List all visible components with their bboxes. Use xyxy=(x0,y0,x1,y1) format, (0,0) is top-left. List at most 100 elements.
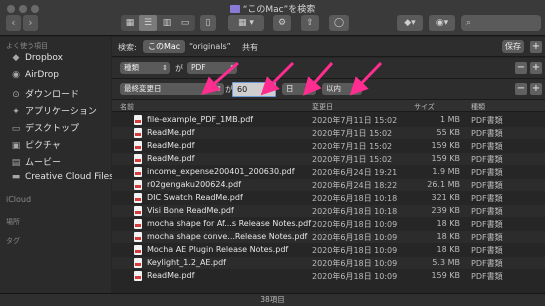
sidebar-heading-favorites: よく使う項目 xyxy=(6,42,48,50)
add-criterion-button[interactable]: + xyxy=(530,83,542,95)
scope-shared-button[interactable]: 共有 xyxy=(242,42,258,53)
view-options-button[interactable]: ◉▾ xyxy=(429,15,455,31)
pdf-file-icon xyxy=(134,219,142,229)
file-kind: PDF書類 xyxy=(471,129,503,138)
sidebar-item-1[interactable]: ◉ AirDrop xyxy=(10,70,110,85)
finder-window: “このMac”を検索 ‹ › ▦ ☰ ▥ ▭ ▯ ▦ ▾ ⚙ ⇧ ◯ ◆▾ ◉▾… xyxy=(0,0,545,306)
tag-icon: ◯ xyxy=(333,18,345,28)
add-criterion-button[interactable]: + xyxy=(530,62,542,74)
table-row[interactable]: ReadMe.pdf 2020年6月18日 10:09 159 KB PDF書類 xyxy=(112,270,545,282)
criterion-attribute-popup[interactable]: 種類 ⇕ xyxy=(120,62,170,74)
file-name: mocha shape conve...Release Notes.pdf xyxy=(147,232,308,241)
sidebar-heading-tags: タグ xyxy=(6,237,20,245)
folder-icon xyxy=(229,5,240,13)
sidebar-item-3[interactable]: ✦ アプリケーション xyxy=(10,104,110,119)
criterion-value-popup[interactable]: PDF ⇕ xyxy=(187,62,237,74)
qualifier-popup[interactable]: 以内 ⇕ xyxy=(322,83,362,95)
unit-popup[interactable]: 日 ⇕ xyxy=(282,83,316,95)
file-size: 321 KB xyxy=(431,193,460,202)
table-row[interactable]: r02gengaku200624.pdf 2020年6月24日 18:22 26.1… xyxy=(112,179,545,191)
table-row[interactable]: mocha shape conve...Release Notes.pdf 202… xyxy=(112,231,545,243)
chevron-updown-icon: ⇕ xyxy=(308,85,314,93)
days-input[interactable]: 60 xyxy=(232,82,276,97)
table-row[interactable]: Keylight_1.2_AE.pdf 2020年6月18日 10:09 5.3 M… xyxy=(112,257,545,269)
table-row[interactable]: income_expense200401_200630.pdf 2020年6月24… xyxy=(112,166,545,178)
sidebar-item-2[interactable]: ⊙ ダウンロード xyxy=(10,87,110,102)
file-modified: 2020年7月1日 15:02 xyxy=(312,155,393,164)
table-row[interactable]: ReadMe.pdf 2020年7月1日 15:02 159 KB PDF書類 xyxy=(112,153,545,165)
list-view-icon[interactable]: ☰ xyxy=(139,15,157,31)
trash-button[interactable]: ▯ xyxy=(200,15,216,31)
chevron-updown-icon: ⇕ xyxy=(354,85,360,93)
file-size: 159 KB xyxy=(431,271,460,280)
search-input[interactable]: ⌕ xyxy=(461,15,541,31)
file-modified: 2020年6月18日 10:09 xyxy=(312,272,398,281)
file-size: 18 KB xyxy=(436,219,460,228)
dropbox-icon: ◆ xyxy=(12,53,20,63)
remove-criterion-button[interactable]: − xyxy=(515,62,527,74)
file-modified: 2020年6月18日 10:18 xyxy=(312,194,398,203)
criterion-attribute-popup[interactable]: 最終変更日 ⇕ xyxy=(120,83,224,95)
folder-icon: ▬ xyxy=(11,172,21,182)
file-kind: PDF書類 xyxy=(471,233,503,242)
file-name: file-example_PDF_1MB.pdf xyxy=(147,115,254,124)
airdrop-icon: ◉ xyxy=(12,70,20,80)
gallery-view-icon[interactable]: ▭ xyxy=(176,15,194,31)
table-row[interactable]: ReadMe.pdf 2020年7月1日 15:02 159 KB PDF書類 xyxy=(112,140,545,152)
table-row[interactable]: Visi Bone ReadMe.pdf 2020年6月18日 10:18 239 … xyxy=(112,205,545,217)
file-name: ReadMe.pdf xyxy=(147,141,195,150)
sidebar-item-6[interactable]: ▤ ムービー xyxy=(10,155,110,170)
back-button[interactable]: ‹ xyxy=(6,15,21,31)
save-search-button[interactable]: 保存 xyxy=(502,40,524,53)
file-kind: PDF書類 xyxy=(471,181,503,190)
pdf-file-icon xyxy=(134,271,142,281)
forward-button[interactable]: › xyxy=(23,15,38,31)
dropbox-menu-button[interactable]: ◆▾ xyxy=(397,15,423,31)
sidebar-item-5[interactable]: ▣ ピクチャ xyxy=(10,138,110,153)
column-header-kind[interactable]: 種類 xyxy=(471,102,485,112)
sidebar-item-label: ピクチャ xyxy=(25,141,61,151)
sidebar-item-7[interactable]: ▬ Creative Cloud Files xyxy=(10,172,114,187)
icon-view-icon[interactable]: ▦ xyxy=(121,15,139,31)
remove-criterion-button[interactable]: − xyxy=(515,83,527,95)
file-name: DIC Swatch ReadMe.pdf xyxy=(147,193,243,202)
criterion-connector: が xyxy=(175,64,183,73)
search-scope-bar: 検索: このMac “originals” 共有 保存 + xyxy=(112,37,545,57)
sidebar-item-label: ダウンロード xyxy=(25,90,80,100)
action-button[interactable]: ⚙ xyxy=(273,15,291,31)
column-view-icon[interactable]: ▥ xyxy=(158,15,176,31)
scope-this-mac-button[interactable]: このMac xyxy=(143,40,186,53)
sidebar-item-label: アプリケーション xyxy=(25,107,97,117)
add-criterion-button[interactable]: + xyxy=(530,41,542,53)
unit-value: 日 xyxy=(286,84,294,93)
file-size: 5.3 MB xyxy=(432,258,460,267)
table-row[interactable]: Mocha AE Plugin Release Notes.pdf 2020年6月… xyxy=(112,244,545,256)
pdf-file-icon xyxy=(134,115,142,125)
tags-button[interactable]: ◯ xyxy=(329,15,349,31)
sidebar-item-4[interactable]: ▭ デスクトップ xyxy=(10,121,110,136)
scope-originals-button[interactable]: “originals” xyxy=(189,42,231,51)
plus-icon: + xyxy=(531,83,541,94)
file-name: Visi Bone ReadMe.pdf xyxy=(147,206,234,215)
window-title-text: “このMac”を検索 xyxy=(242,5,316,15)
table-row[interactable]: DIC Swatch ReadMe.pdf 2020年6月18日 10:18 321… xyxy=(112,192,545,204)
column-header-size[interactable]: サイズ xyxy=(414,102,435,112)
column-header-row: 名前 変更日 サイズ 種類 xyxy=(112,100,545,112)
table-row[interactable]: mocha shape for Af...s Release Notes.pdf… xyxy=(112,218,545,230)
file-size: 239 KB xyxy=(431,206,460,215)
pdf-file-icon xyxy=(134,180,142,190)
file-size: 26.1 MB xyxy=(427,180,460,189)
table-row[interactable]: file-example_PDF_1MB.pdf 2020年7月11日 15:02… xyxy=(112,114,545,126)
file-kind: PDF書類 xyxy=(471,246,503,255)
status-bar: 38項目 xyxy=(0,293,545,306)
search-icon: ⌕ xyxy=(466,18,472,28)
share-button[interactable]: ⇧ xyxy=(301,15,319,31)
column-header-modified[interactable]: 変更日 xyxy=(312,102,333,112)
chevron-left-icon: ‹ xyxy=(11,16,16,29)
file-kind: PDF書類 xyxy=(471,220,503,229)
column-header-name[interactable]: 名前 xyxy=(120,102,134,112)
table-row[interactable]: ReadMe.pdf 2020年7月1日 15:02 55 KB PDF書類 xyxy=(112,127,545,139)
sidebar-item-0[interactable]: ◆ Dropbox xyxy=(10,53,110,68)
group-button[interactable]: ▦ ▾ xyxy=(228,15,264,31)
plus-icon: + xyxy=(531,62,541,73)
